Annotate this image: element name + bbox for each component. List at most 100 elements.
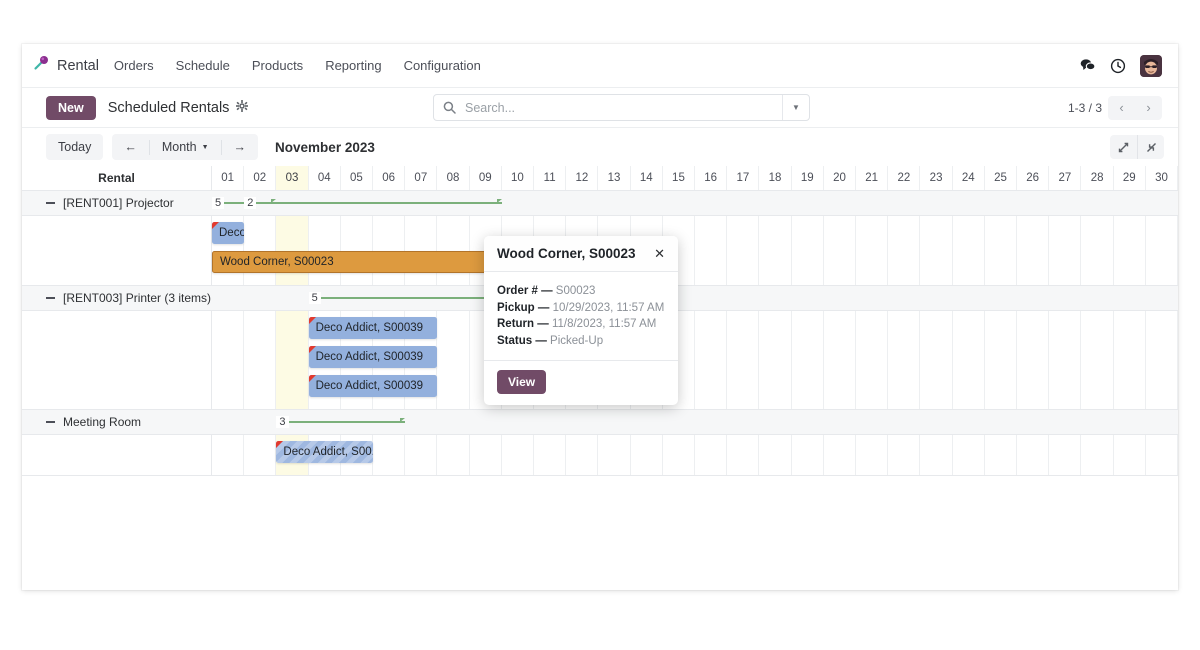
gantt-cell[interactable]: [920, 216, 953, 285]
gantt-cell[interactable]: [727, 216, 760, 285]
gantt-event-pill[interactable]: Deco Addict, S00039: [308, 375, 438, 397]
gantt-cell[interactable]: [1049, 435, 1082, 475]
gantt-cell[interactable]: [1146, 311, 1179, 409]
pager-next-button[interactable]: ›: [1135, 96, 1162, 120]
gantt-cell[interactable]: [824, 435, 857, 475]
gantt-group-header[interactable]: Meeting Room 3: [22, 410, 1178, 435]
gantt-group-label-cell[interactable]: Meeting Room: [22, 410, 212, 434]
gantt-cell[interactable]: [888, 311, 921, 409]
search-dropdown-toggle[interactable]: ▼: [782, 95, 809, 120]
gear-icon[interactable]: [236, 100, 249, 115]
gantt-cell[interactable]: [1081, 435, 1114, 475]
nav-link-reporting[interactable]: Reporting: [324, 55, 382, 76]
gantt-event-pill[interactable]: Deco Addict, S00039: [308, 346, 438, 368]
gantt-cell[interactable]: [888, 216, 921, 285]
gantt-cell[interactable]: [566, 435, 599, 475]
gantt-cell[interactable]: [888, 435, 921, 475]
gantt-cell[interactable]: [244, 311, 277, 409]
pager-prev-button[interactable]: ‹: [1108, 96, 1135, 120]
gantt-cell[interactable]: [953, 311, 985, 409]
gantt-cell[interactable]: [212, 311, 245, 409]
gantt-cell[interactable]: [663, 435, 696, 475]
gantt-cell[interactable]: [920, 311, 953, 409]
gantt-cell[interactable]: [953, 216, 985, 285]
messages-icon[interactable]: [1079, 57, 1096, 74]
gantt-cell[interactable]: [759, 435, 792, 475]
gantt-cell[interactable]: [792, 311, 824, 409]
gantt-cell[interactable]: [727, 311, 760, 409]
gantt-cell[interactable]: [1146, 435, 1179, 475]
gantt-cell[interactable]: [437, 311, 470, 409]
gantt-cell[interactable]: [727, 435, 760, 475]
gantt-cell[interactable]: [953, 435, 985, 475]
next-period-button[interactable]: →: [222, 134, 259, 160]
gantt-cell[interactable]: [759, 216, 792, 285]
gantt-cell[interactable]: [985, 216, 1018, 285]
nav-link-configuration[interactable]: Configuration: [403, 55, 482, 76]
gantt-cell[interactable]: [856, 311, 889, 409]
gantt-cell[interactable]: [985, 435, 1018, 475]
gantt-cell[interactable]: [534, 435, 567, 475]
gantt-event-pill[interactable]: Wood Corner, S00023: [212, 251, 502, 273]
collapse-minus-icon[interactable]: [46, 421, 55, 423]
search-input[interactable]: [463, 95, 782, 120]
gantt-cell[interactable]: [1114, 435, 1146, 475]
nav-link-orders[interactable]: Orders: [113, 55, 155, 76]
gantt-cell[interactable]: [470, 435, 502, 475]
gantt-group-label-cell[interactable]: [RENT001] Projector: [22, 191, 212, 215]
gantt-cell[interactable]: [244, 435, 277, 475]
gantt-cell[interactable]: [1049, 311, 1082, 409]
today-button[interactable]: Today: [46, 134, 103, 160]
gantt-cell[interactable]: [856, 216, 889, 285]
gantt-cell[interactable]: [1017, 435, 1050, 475]
nav-link-products[interactable]: Products: [251, 55, 304, 76]
prev-period-button[interactable]: ←: [112, 134, 149, 160]
gantt-cell[interactable]: [212, 435, 245, 475]
gantt-event-pill[interactable]: Deco Addict, S00...: [276, 441, 373, 463]
collapse-minus-icon[interactable]: [46, 202, 55, 204]
gantt-cell[interactable]: [985, 311, 1018, 409]
gantt-cell[interactable]: [405, 435, 438, 475]
gantt-cell[interactable]: [792, 435, 824, 475]
gantt-cell[interactable]: [1017, 216, 1050, 285]
activities-clock-icon[interactable]: [1110, 58, 1126, 74]
nav-link-schedule[interactable]: Schedule: [175, 55, 231, 76]
gantt-cell[interactable]: [759, 311, 792, 409]
gantt-cell[interactable]: [920, 435, 953, 475]
gantt-cell[interactable]: [695, 435, 728, 475]
close-x-icon[interactable]: ✕: [652, 247, 667, 260]
search-bar[interactable]: ▼: [433, 94, 810, 121]
gantt-cell[interactable]: [631, 435, 663, 475]
new-button[interactable]: New: [46, 95, 96, 120]
gantt-cell[interactable]: [856, 435, 889, 475]
collapse-minus-icon[interactable]: [46, 297, 55, 299]
gantt-cell[interactable]: [1049, 216, 1082, 285]
gantt-cell[interactable]: [824, 216, 857, 285]
view-button[interactable]: View: [497, 370, 547, 394]
gantt-cell[interactable]: [1081, 216, 1114, 285]
gantt-cell[interactable]: [276, 311, 309, 409]
user-avatar[interactable]: [1140, 54, 1162, 77]
brand[interactable]: Rental: [32, 54, 99, 77]
gantt-cell[interactable]: [1146, 216, 1179, 285]
expand-diagonal-icon[interactable]: [1110, 135, 1137, 159]
collapse-diagonal-icon[interactable]: [1137, 135, 1164, 159]
gantt-event-pill[interactable]: Deco Addict, S00039: [308, 317, 438, 339]
gantt-cell[interactable]: [695, 311, 728, 409]
gantt-cell[interactable]: [1114, 216, 1146, 285]
gantt-cell[interactable]: [598, 435, 631, 475]
gantt-cell[interactable]: [1017, 311, 1050, 409]
gantt-cell[interactable]: [1081, 311, 1114, 409]
gantt-event-pill[interactable]: Deco...: [212, 222, 245, 244]
gantt-cell[interactable]: [373, 435, 406, 475]
gantt-group-label-cell[interactable]: [RENT003] Printer (3 items): [22, 286, 212, 310]
gantt-cell[interactable]: [695, 216, 728, 285]
scale-select-button[interactable]: Month ▼: [150, 134, 221, 160]
gantt-cell[interactable]: [1114, 311, 1146, 409]
gantt-cell[interactable]: [792, 216, 824, 285]
gantt-cell[interactable]: [502, 435, 535, 475]
gantt-body-track: Deco... Wood Corner, S00023: [212, 216, 1179, 285]
gantt-cell[interactable]: [824, 311, 857, 409]
gantt-group-header[interactable]: [RENT001] Projector 5 2: [22, 191, 1178, 216]
gantt-cell[interactable]: [437, 435, 470, 475]
